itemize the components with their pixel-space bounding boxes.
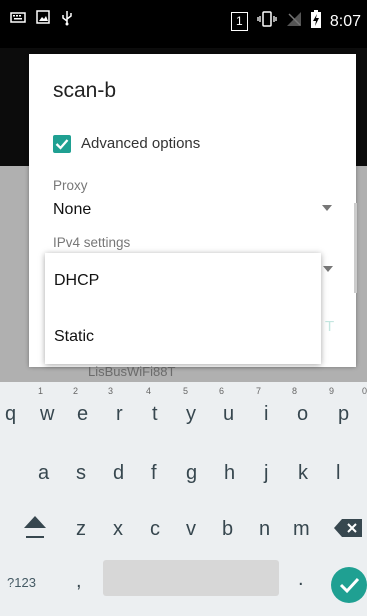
dialog-title: scan-b [53,79,117,102]
option-dhcp[interactable]: DHCP [54,272,99,290]
proxy-select[interactable]: None [53,201,91,219]
hint-6: 6 [219,386,225,396]
key-n[interactable]: n [259,518,270,541]
checkmark-icon [339,577,360,594]
usb-icon [60,10,74,31]
hint-3: 3 [108,386,114,396]
hint-5: 5 [183,386,189,396]
hint-0: 0 [362,386,367,396]
sim-icon: 1 [230,12,248,31]
key-l[interactable]: l [336,462,340,485]
hint-4: 4 [146,386,152,396]
keyboard-icon [10,10,26,31]
key-d[interactable]: d [113,462,124,485]
key-comma[interactable]: , [76,570,82,593]
key-x[interactable]: x [113,518,123,541]
key-g[interactable]: g [186,462,197,485]
done-button[interactable] [331,567,367,603]
key-q[interactable]: q [5,403,16,426]
proxy-label: Proxy [53,178,88,193]
key-w[interactable]: w [40,403,54,426]
soft-keyboard: 1 2 3 4 5 6 7 8 9 0 q w e r t y u i o p … [0,382,367,616]
key-s[interactable]: s [76,462,86,485]
key-f[interactable]: f [151,462,157,485]
background-network-name: LisBusWiFi88T [88,364,176,379]
image-icon [36,10,50,31]
key-k[interactable]: k [298,462,308,485]
faded-button-fragment: T [325,318,335,335]
key-m[interactable]: m [293,518,310,541]
advanced-options-label[interactable]: Advanced options [81,135,200,152]
hint-1: 1 [38,386,44,396]
symbols-key[interactable]: ?123 [7,575,36,590]
advanced-options-checkbox[interactable] [53,135,71,153]
check-icon [55,139,69,150]
key-v[interactable]: v [186,518,196,541]
key-u[interactable]: u [223,403,234,426]
space-bar[interactable] [103,560,279,596]
proxy-dropdown-arrow-icon[interactable] [322,205,332,211]
key-c[interactable]: c [150,518,160,541]
shift-icon[interactable] [22,514,48,545]
key-period[interactable]: . [298,568,304,591]
key-t[interactable]: t [152,403,158,426]
key-e[interactable]: e [77,403,88,426]
battery-charging-icon [310,10,321,33]
key-b[interactable]: b [222,518,233,541]
key-y[interactable]: y [186,403,196,426]
key-p[interactable]: p [338,403,349,426]
key-i[interactable]: i [264,403,268,426]
option-static[interactable]: Static [54,328,94,346]
backspace-icon[interactable] [334,519,362,542]
key-j[interactable]: j [264,462,268,485]
sim-slot-number: 1 [236,14,243,28]
hint-2: 2 [73,386,79,396]
hint-8: 8 [292,386,298,396]
dialog-scrollbar[interactable] [354,203,357,293]
key-h[interactable]: h [224,462,235,485]
ipv4-options-popup: DHCP Static [45,253,321,364]
status-bar: 1 8:07 [0,0,367,48]
ipv4-dropdown-arrow-icon[interactable] [323,266,333,272]
ipv4-settings-label: IPv4 settings [53,235,131,250]
vibrate-icon [257,11,277,32]
hint-7: 7 [256,386,262,396]
key-r[interactable]: r [116,403,123,426]
clock: 8:07 [329,12,361,30]
no-signal-icon [286,11,302,32]
key-o[interactable]: o [297,403,308,426]
hint-9: 9 [329,386,335,396]
key-z[interactable]: z [76,518,86,541]
key-a[interactable]: a [38,462,49,485]
